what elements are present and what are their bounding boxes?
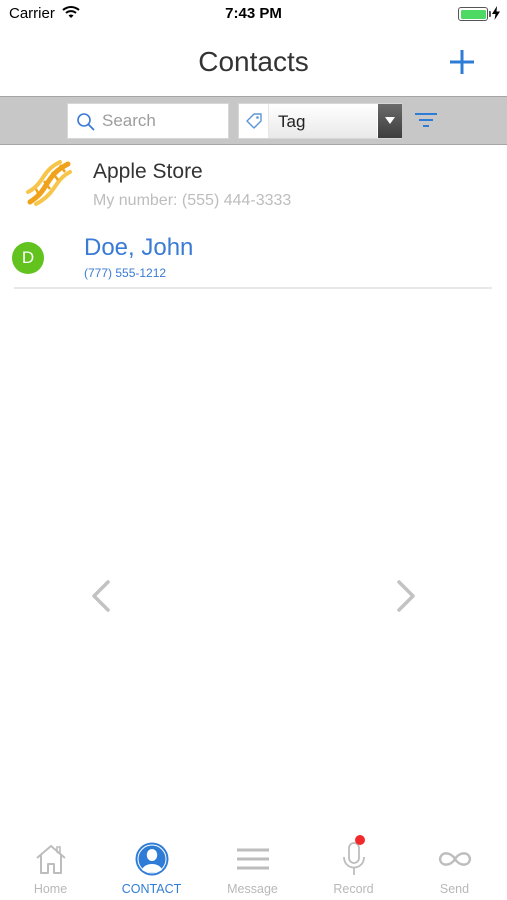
tab-message-label: Message <box>227 882 278 896</box>
battery-cap <box>489 11 491 17</box>
tab-home-label: Home <box>33 882 68 896</box>
tab-record-label: Record <box>333 882 374 896</box>
infinity-icon <box>404 842 505 876</box>
home-icon <box>0 842 101 876</box>
nav-bar: Contacts <box>0 28 507 96</box>
search-input[interactable] <box>102 104 226 138</box>
tag-icon-cell <box>239 104 269 138</box>
tab-send-label: Send <box>439 882 470 896</box>
tab-bar: Home CONTACT Message Record Send <box>0 834 507 900</box>
tab-record[interactable]: Record <box>303 834 404 900</box>
tab-send[interactable]: Send <box>404 834 505 900</box>
list-item[interactable]: Apple Store My number: (555) 444-3333 <box>0 146 507 220</box>
message-lines-icon <box>202 842 303 876</box>
tag-icon <box>245 112 263 135</box>
previous-page-button[interactable] <box>84 574 120 618</box>
filter-toolbar: Tag <box>0 96 507 145</box>
contact-name[interactable]: Doe, John <box>84 234 193 262</box>
contact-name: Apple Store <box>93 160 203 183</box>
filter-lines-icon[interactable] <box>414 111 438 134</box>
list-item[interactable]: D Doe, John (777) 555-1212 <box>0 222 507 288</box>
chevron-right-icon <box>397 580 415 612</box>
tab-contact-label: CONTACT <box>121 882 182 896</box>
tag-dropdown-toggle[interactable] <box>378 104 402 138</box>
search-icon <box>76 112 96 137</box>
add-contact-button[interactable] <box>444 44 480 80</box>
tag-dropdown[interactable]: Tag <box>238 103 402 139</box>
contact-subtitle: My number: (555) 444-3333 <box>93 192 292 209</box>
tab-contact[interactable]: CONTACT <box>101 834 202 900</box>
status-bar: Carrier 7:43 PM <box>0 0 507 28</box>
tab-message[interactable]: Message <box>202 834 303 900</box>
record-badge <box>355 835 365 845</box>
contact-phone[interactable]: (777) 555-1212 <box>84 266 166 280</box>
next-page-button[interactable] <box>389 574 425 618</box>
plus-icon <box>450 50 474 74</box>
dna-icon <box>22 158 74 213</box>
microphone-icon <box>303 842 404 876</box>
charging-bolt-icon <box>492 6 500 25</box>
page-title: Contacts <box>198 46 309 77</box>
contact-icon <box>101 842 202 876</box>
battery-icon <box>458 7 488 21</box>
battery-level <box>460 9 486 19</box>
avatar: D <box>12 242 44 274</box>
dropdown-arrow-icon <box>385 117 395 124</box>
tag-select-field[interactable]: Tag <box>269 104 377 138</box>
tab-home[interactable]: Home <box>0 834 101 900</box>
clock: 7:43 PM <box>225 5 282 22</box>
search-box[interactable] <box>67 103 229 139</box>
chevron-left-icon <box>92 580 110 612</box>
row-divider <box>14 287 492 289</box>
tag-selected-value: Tag <box>278 112 306 131</box>
